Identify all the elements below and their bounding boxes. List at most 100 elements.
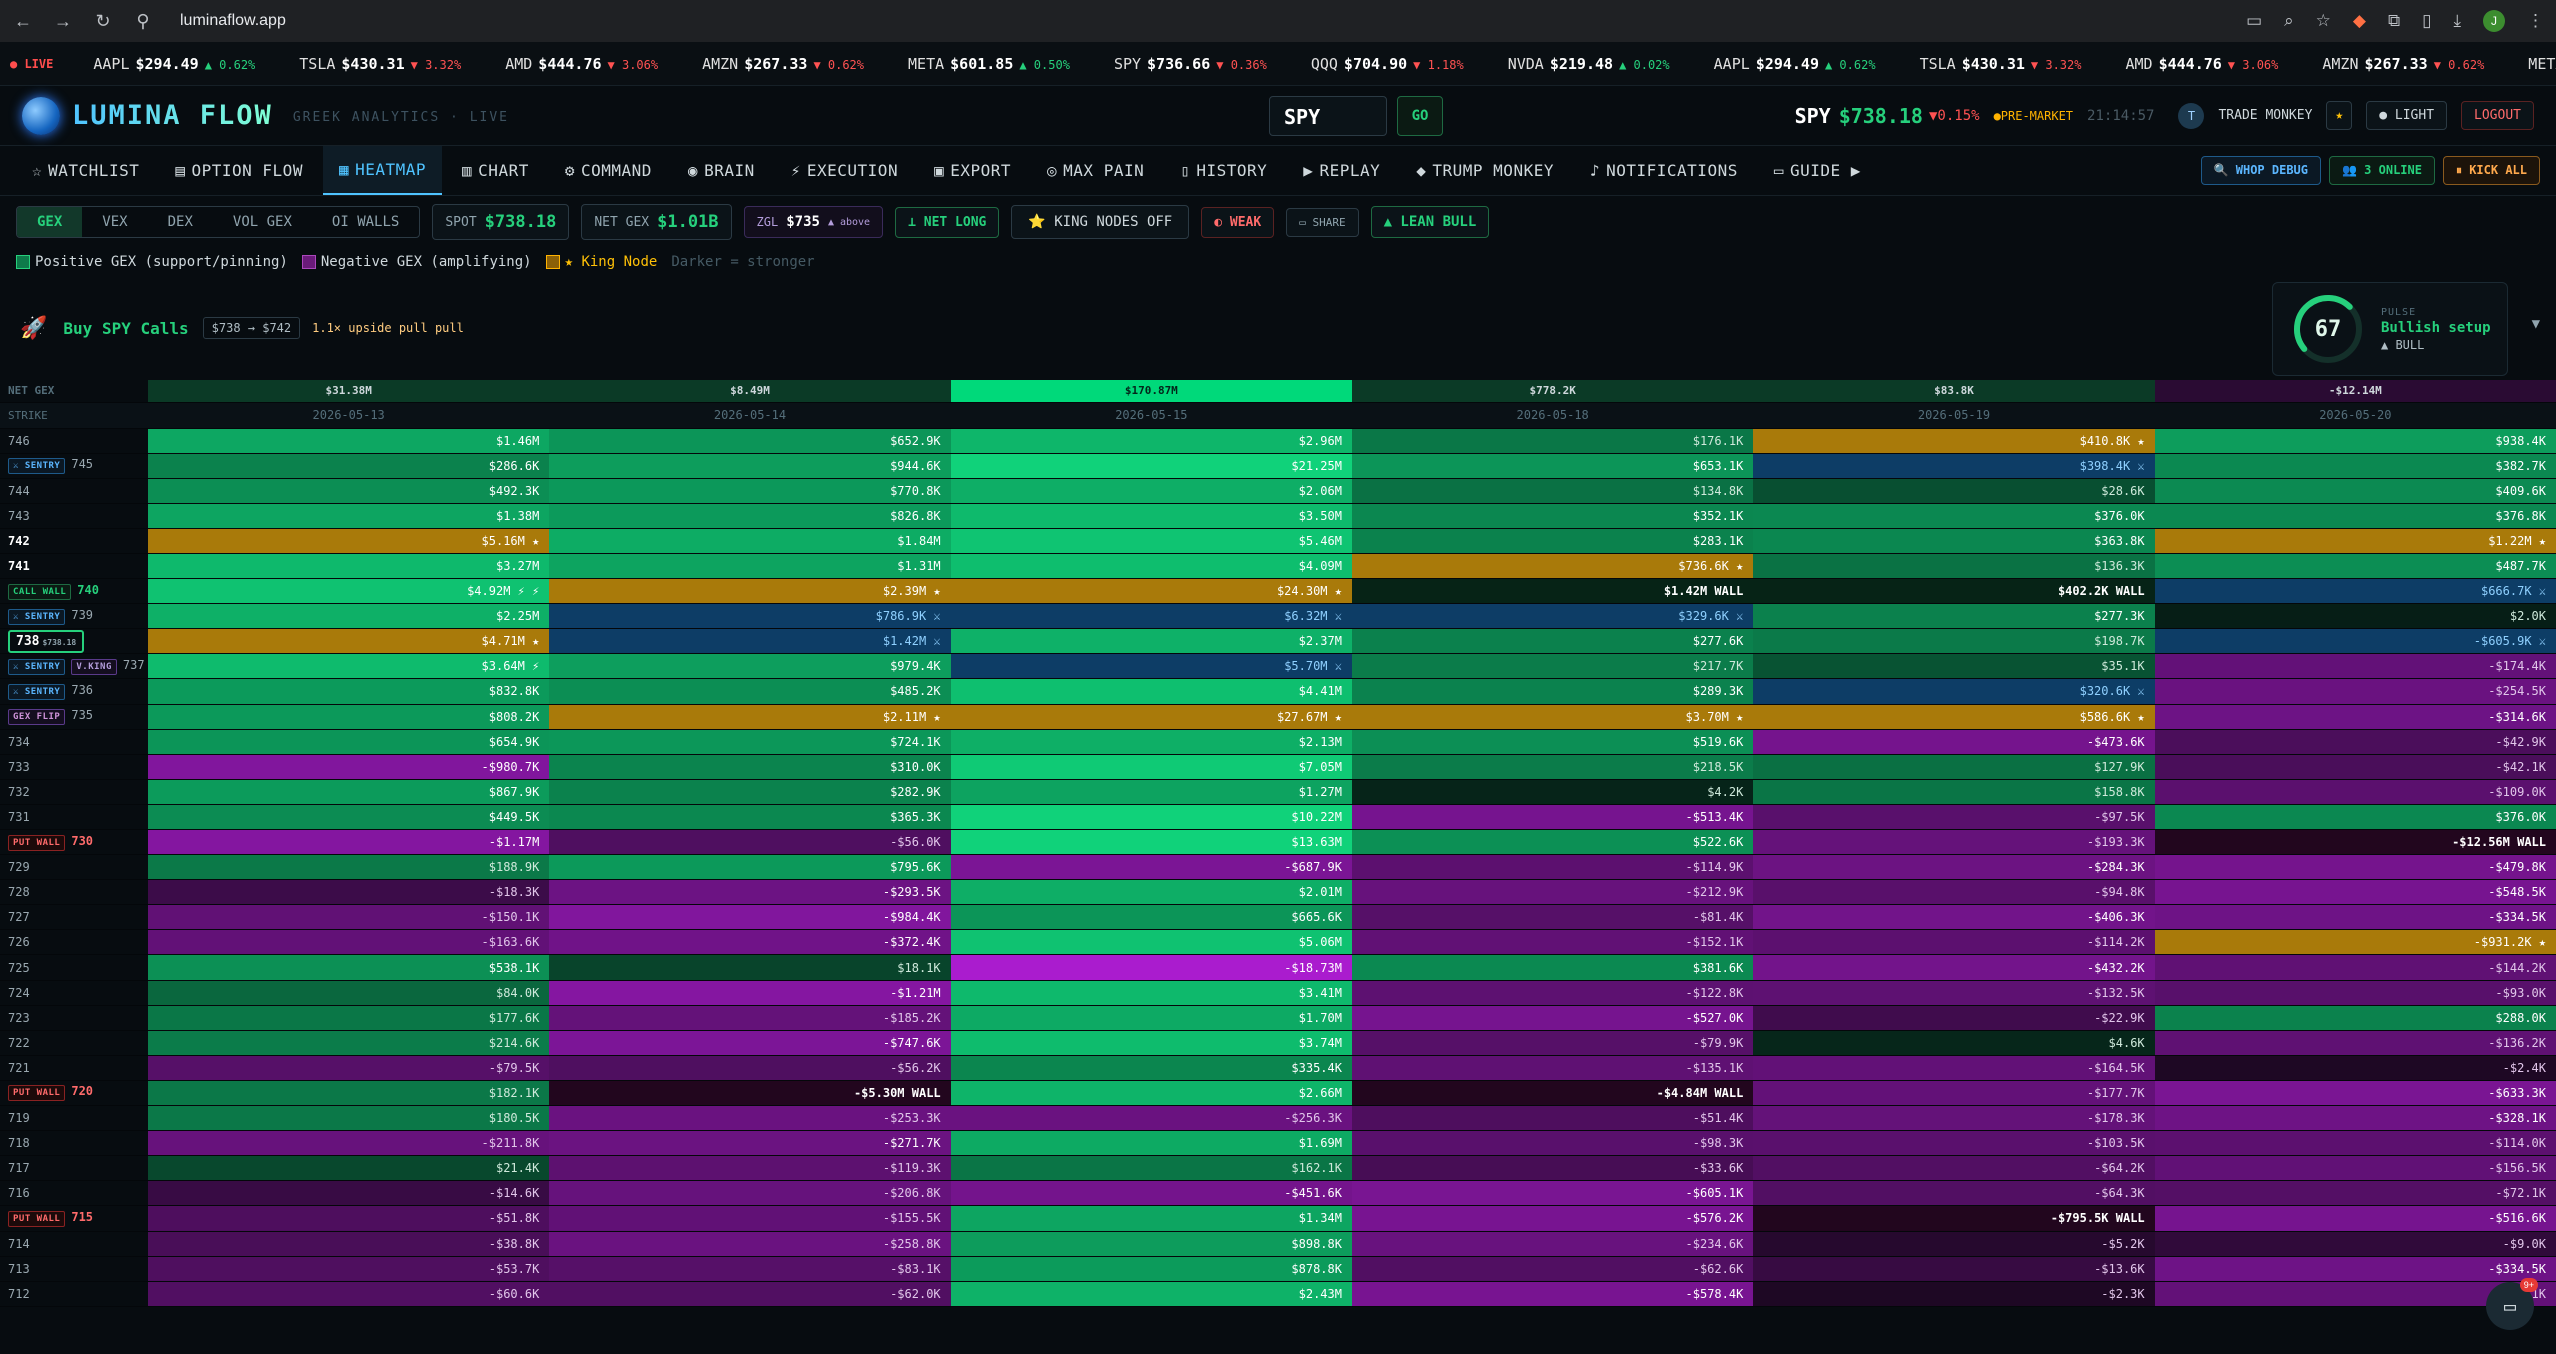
gex-cell[interactable]: $398.4K ⚔	[1753, 453, 2155, 479]
king-nodes-toggle[interactable]: ⭐ KING NODES OFF	[1011, 205, 1190, 239]
gex-cell[interactable]: -$253.3K	[549, 1105, 951, 1132]
gex-cell[interactable]: $2.06M	[950, 478, 1352, 504]
gex-cell[interactable]: $832.8K	[148, 678, 550, 705]
gex-cell[interactable]: $288.0K	[2154, 1005, 2556, 1031]
expiry-date-header[interactable]: 2026-05-20	[2154, 402, 2556, 429]
address-bar[interactable]: luminaflow.app	[180, 12, 286, 30]
gex-cell[interactable]: $310.0K	[549, 754, 951, 780]
gex-cell[interactable]: $1.22M ★	[2154, 528, 2556, 554]
gex-cell[interactable]: -$2.4K	[2154, 1055, 2556, 1081]
favorite-star-button[interactable]: ★	[2326, 101, 2353, 130]
gex-cell[interactable]: -$211.8K	[148, 1130, 550, 1157]
gex-cell[interactable]: $538.1K	[148, 954, 550, 981]
mode-vex[interactable]: VEX	[82, 207, 147, 237]
gex-cell[interactable]: $2.66M	[950, 1080, 1352, 1107]
gex-cell[interactable]: $134.8K	[1351, 478, 1754, 504]
gex-cell[interactable]: $786.9K ⚔	[549, 603, 951, 630]
gex-cell[interactable]: $21.4K	[148, 1155, 550, 1182]
gex-cell[interactable]: $329.6K ⚔	[1351, 603, 1754, 630]
gex-cell[interactable]: -$406.3K	[1753, 904, 2155, 931]
gex-cell[interactable]: -$122.8K	[1351, 980, 1754, 1006]
gex-cell[interactable]: -$605.1K	[1351, 1180, 1754, 1207]
gex-cell[interactable]: $158.8K	[1753, 779, 2155, 805]
gex-cell[interactable]: $770.8K	[549, 478, 951, 504]
tab-notifications[interactable]: ♪ NOTIFICATIONS	[1574, 147, 1754, 194]
gex-cell[interactable]: $4.71M ★	[148, 628, 550, 655]
gex-cell[interactable]: -$5.2K	[1753, 1231, 2155, 1257]
gex-cell[interactable]: -$984.4K	[549, 904, 951, 931]
gex-cell[interactable]: $7.05M	[950, 754, 1352, 780]
gex-cell[interactable]: -$56.0K	[549, 829, 951, 856]
gex-cell[interactable]: $867.9K	[148, 779, 550, 805]
gex-cell[interactable]: -$432.2K	[1753, 954, 2155, 981]
gex-cell[interactable]: -$2.3K	[1753, 1281, 2155, 1307]
gex-cell[interactable]: -$62.0K	[549, 1281, 951, 1307]
gex-cell[interactable]: $5.46M	[950, 528, 1352, 554]
gex-cell[interactable]: $3.70M ★	[1351, 704, 1754, 730]
gex-cell[interactable]: -$4.84M WALL	[1351, 1080, 1754, 1107]
gex-cell[interactable]: -$51.8K	[148, 1205, 550, 1232]
user-name[interactable]: TRADE MONKEY	[2218, 108, 2312, 123]
gex-cell[interactable]: $3.41M	[950, 980, 1352, 1006]
gex-cell[interactable]: $944.6K	[549, 453, 951, 479]
mode-dex[interactable]: DEX	[148, 207, 213, 237]
gex-cell[interactable]: $376.0K	[1753, 503, 2155, 529]
gex-cell[interactable]: $2.96M	[950, 428, 1352, 454]
gex-cell[interactable]: -$931.2K ★	[2154, 929, 2556, 956]
gex-cell[interactable]: -$79.5K	[148, 1055, 550, 1081]
gex-cell[interactable]: -$185.2K	[549, 1005, 951, 1031]
gex-cell[interactable]: $724.1K	[549, 729, 951, 755]
ticker-item[interactable]: AMZN $267.33 ▼ 0.62%	[702, 55, 864, 73]
user-avatar[interactable]: T	[2178, 102, 2205, 129]
gex-cell[interactable]: $409.6K	[2154, 478, 2556, 504]
ticker-item[interactable]: NVDA $219.48 ▲ 0.02%	[1508, 55, 1670, 73]
gex-cell[interactable]: $381.6K	[1351, 954, 1754, 981]
gex-cell[interactable]: $21.25M	[950, 453, 1352, 479]
gex-cell[interactable]: $492.3K	[148, 478, 550, 504]
gex-cell[interactable]: $277.3K	[1753, 603, 2155, 630]
gex-cell[interactable]: $410.8K ★	[1753, 428, 2155, 454]
gex-cell[interactable]: -$254.5K	[2154, 678, 2556, 705]
gex-cell[interactable]: -$9.0K	[2154, 1231, 2556, 1257]
gex-cell[interactable]: -$513.4K	[1351, 804, 1754, 831]
gex-cell[interactable]: $1.31M	[549, 553, 951, 580]
gex-cell[interactable]: $1.34M	[950, 1205, 1352, 1232]
gex-cell[interactable]: $4.92M ⚡ ⚡	[148, 578, 550, 605]
tab-brain[interactable]: ◉ BRAIN	[672, 147, 771, 194]
gex-cell[interactable]: $277.6K	[1351, 628, 1754, 655]
gex-cell[interactable]: $2.25M	[148, 603, 550, 630]
gex-cell[interactable]: -$548.5K	[2154, 879, 2556, 906]
gex-cell[interactable]: -$293.5K	[549, 879, 951, 906]
profile-avatar[interactable]: J	[2483, 10, 2505, 32]
gex-cell[interactable]: $363.8K	[1753, 528, 2155, 554]
forward-icon[interactable]: →	[52, 11, 74, 32]
tab-guide[interactable]: ▭ GUIDE ▶	[1758, 147, 1877, 194]
gex-cell[interactable]: -$72.1K	[2154, 1180, 2556, 1207]
gex-cell[interactable]: $485.2K	[549, 678, 951, 705]
gex-cell[interactable]: $188.9K	[148, 854, 550, 881]
collapse-chevron-icon[interactable]: ▼	[2532, 316, 2540, 332]
gex-cell[interactable]: $1.38M	[148, 503, 550, 529]
gex-cell[interactable]: $1.84M	[549, 528, 951, 554]
tab-trump-monkey[interactable]: ◆ TRUMP MONKEY	[1400, 147, 1570, 194]
light-mode-button[interactable]: ● LIGHT	[2366, 101, 2448, 130]
gex-cell[interactable]: -$42.9K	[2154, 729, 2556, 755]
bookmark-star-icon[interactable]: ☆	[2316, 11, 2331, 31]
gex-cell[interactable]: -$135.1K	[1351, 1055, 1754, 1081]
gex-cell[interactable]: $652.9K	[549, 428, 951, 454]
gex-cell[interactable]: -$94.8K	[1753, 879, 2155, 906]
gex-cell[interactable]: -$178.3K	[1753, 1105, 2155, 1132]
gex-cell[interactable]: -$177.7K	[1753, 1080, 2155, 1107]
gex-cell[interactable]: $3.64M ⚡	[148, 653, 550, 680]
gex-cell[interactable]: $3.74M	[950, 1030, 1352, 1056]
gex-cell[interactable]: -$633.3K	[2154, 1080, 2556, 1107]
gex-cell[interactable]: -$473.6K	[1753, 729, 2155, 755]
gex-cell[interactable]: -$212.9K	[1351, 879, 1754, 906]
gex-cell[interactable]: -$64.2K	[1753, 1155, 2155, 1182]
gex-cell[interactable]: $35.1K	[1753, 653, 2155, 680]
gex-cell[interactable]: $182.1K	[148, 1080, 550, 1107]
gex-cell[interactable]: $3.27M	[148, 553, 550, 580]
gex-cell[interactable]: -$258.8K	[549, 1231, 951, 1257]
gex-cell[interactable]: -$22.9K	[1753, 1005, 2155, 1031]
extension-fox-icon[interactable]: ◆	[2353, 11, 2366, 31]
